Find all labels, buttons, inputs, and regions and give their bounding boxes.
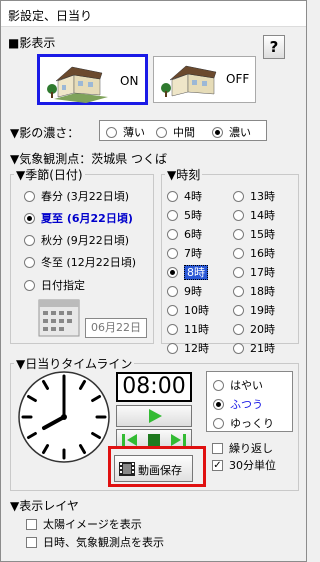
house-icon	[161, 65, 217, 97]
layers-title: ▼表示レイヤ	[10, 499, 79, 513]
time-title: ▼時刻	[165, 166, 203, 183]
speed-slow[interactable]: ゆっくり	[213, 415, 274, 431]
title-bar: 影設定、日当り	[1, 1, 306, 27]
date-input[interactable]: 06月22日	[85, 318, 147, 338]
density-label: ▼影の濃さ：	[10, 126, 80, 140]
season-custom-date[interactable]: 日付指定	[24, 277, 85, 293]
time-19[interactable]: 19時	[233, 302, 275, 318]
time-7[interactable]: 7時	[167, 245, 202, 261]
time-18[interactable]: 18時	[233, 283, 275, 299]
time-display: 08:00	[116, 372, 192, 402]
time-6[interactable]: 6時	[167, 226, 202, 242]
stop-icon[interactable]	[147, 433, 161, 447]
density-option-light[interactable]: 薄い	[106, 124, 145, 140]
datetime-station-checkbox[interactable]: 日時、気象観測点を表示	[26, 534, 164, 550]
speed-fast[interactable]: はやい	[213, 377, 263, 393]
play-button[interactable]	[116, 405, 192, 427]
time-12[interactable]: 12時	[167, 340, 209, 356]
shadow-on-button[interactable]: ON	[37, 54, 148, 105]
on-label: ON	[120, 74, 139, 88]
save-video-button[interactable]: 動画保存	[114, 455, 193, 482]
time-13[interactable]: 13時	[233, 188, 275, 204]
time-20[interactable]: 20時	[233, 321, 275, 337]
speed-radio-group: はやい ふつう ゆっくり	[206, 371, 293, 432]
shadow-settings-window: 影設定、日当り ■影表示 ? ON OFF ▼影の濃さ： 薄い 中間 濃い ▼気…	[0, 0, 307, 562]
shadow-display-title: ■影表示	[8, 36, 56, 50]
time-17[interactable]: 17時	[233, 264, 275, 280]
shadow-off-button[interactable]: OFF	[153, 56, 256, 103]
time-10[interactable]: 10時	[167, 302, 209, 318]
save-video-label: 動画保存	[138, 464, 182, 477]
off-label: OFF	[226, 72, 250, 86]
density-option-medium[interactable]: 中間	[156, 124, 195, 140]
time-8[interactable]: 8時	[167, 264, 208, 280]
density-radio-group: 薄い 中間 濃い	[99, 120, 267, 141]
time-9[interactable]: 9時	[167, 283, 202, 299]
window-title: 影設定、日当り	[8, 9, 93, 23]
analog-clock	[18, 371, 110, 463]
half-hour-checkbox[interactable]: ✓ 30分単位	[212, 457, 276, 473]
season-summer[interactable]: 夏至 (6月22日頃)	[24, 210, 133, 226]
time-11[interactable]: 11時	[167, 321, 209, 337]
season-title: ▼季節(日付)	[14, 166, 85, 183]
time-16[interactable]: 16時	[233, 245, 275, 261]
play-icon	[149, 409, 162, 423]
speed-normal[interactable]: ふつう	[213, 396, 263, 412]
time-5[interactable]: 5時	[167, 207, 202, 223]
time-21[interactable]: 21時	[233, 340, 275, 356]
calendar-icon[interactable]	[38, 299, 80, 337]
time-4[interactable]: 4時	[167, 188, 202, 204]
house-icon	[47, 66, 108, 103]
weather-station-label: ▼気象観測点：茨城県 つくば	[10, 152, 168, 166]
season-autumn[interactable]: 秋分 (9月22日頃)	[24, 232, 129, 248]
sun-image-checkbox[interactable]: 太陽イメージを表示	[26, 516, 142, 532]
help-button[interactable]: ?	[263, 35, 285, 59]
time-14[interactable]: 14時	[233, 207, 275, 223]
density-option-dark[interactable]: 濃い	[212, 124, 251, 140]
season-spring[interactable]: 春分 (3月22日頃)	[24, 188, 129, 204]
repeat-checkbox[interactable]: 繰り返し	[212, 440, 273, 456]
film-icon	[119, 462, 135, 476]
season-winter[interactable]: 冬至 (12月22日頃)	[24, 254, 136, 270]
time-15[interactable]: 15時	[233, 226, 275, 242]
